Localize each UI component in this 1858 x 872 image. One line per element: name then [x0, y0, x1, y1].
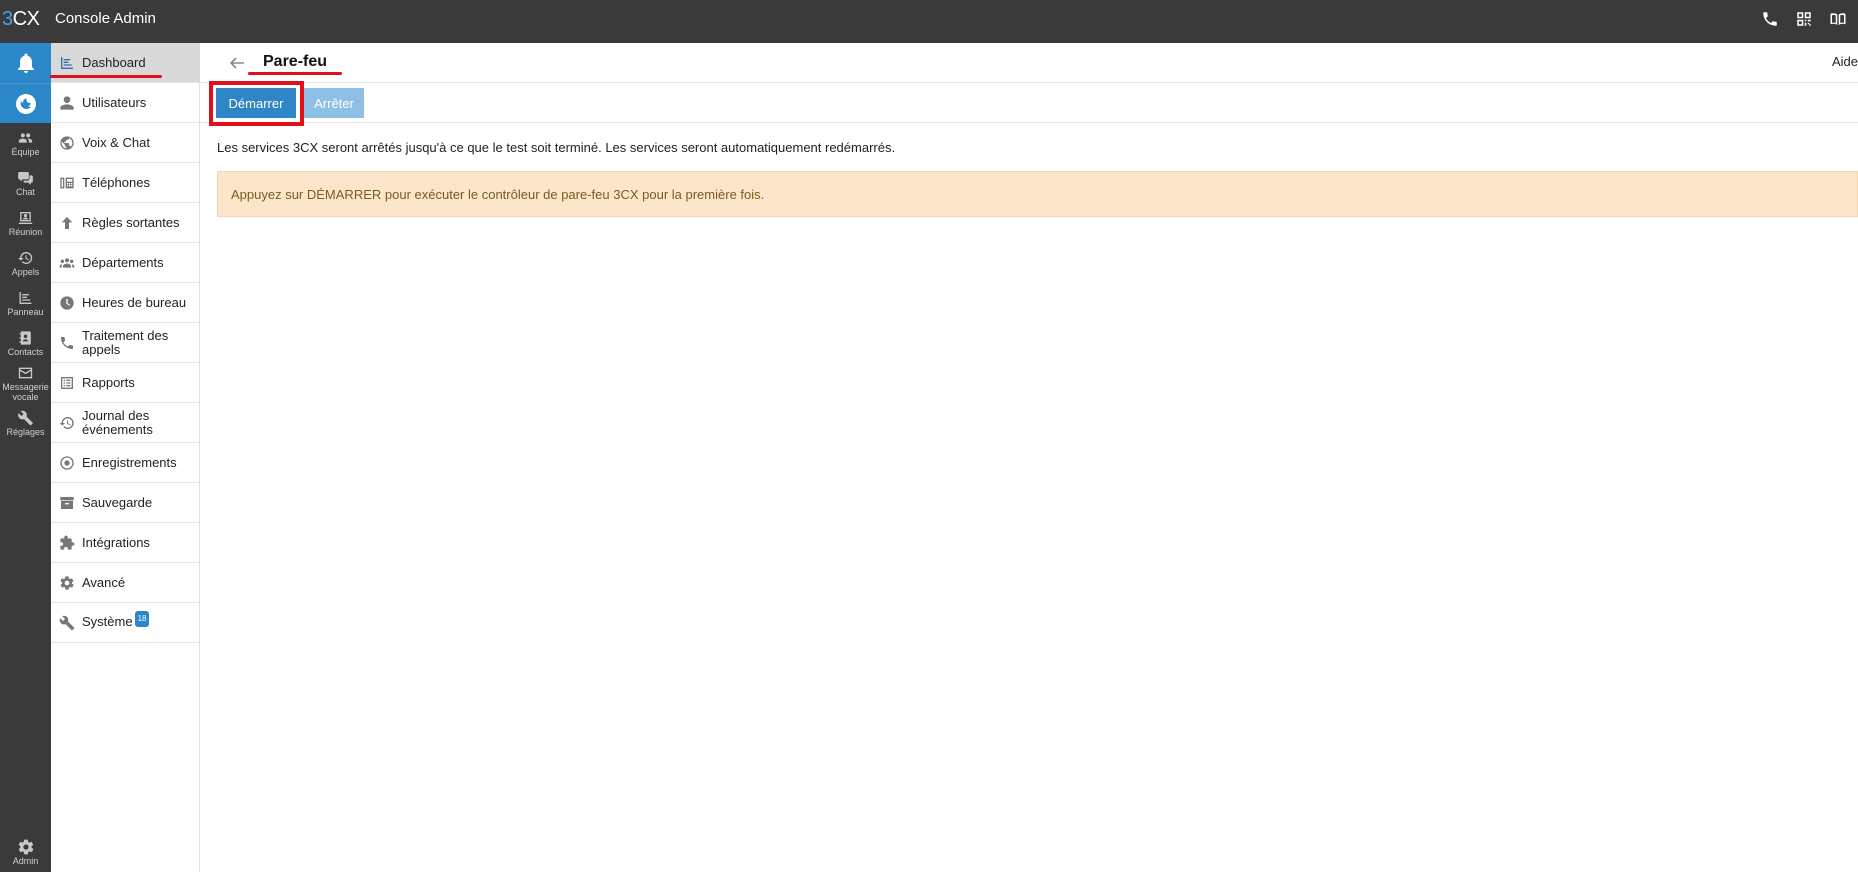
- side-menu: Dashboard Utilisateurs Voix & Chat Télép…: [51, 43, 200, 872]
- rail-item-team[interactable]: Équipe: [0, 123, 51, 163]
- page-header: Pare-feu Aide: [200, 43, 1858, 83]
- phone-icon[interactable]: [1760, 9, 1780, 29]
- main-content: Pare-feu Aide Démarrer Arrêter Les servi…: [200, 43, 1858, 872]
- rail-item-meeting[interactable]: Réunion: [0, 203, 51, 243]
- menu-item-reports[interactable]: Rapports: [51, 363, 200, 403]
- rail-item-calls[interactable]: Appels: [0, 243, 51, 283]
- rail-item-admin[interactable]: Admin: [0, 832, 51, 872]
- record-icon: [59, 455, 75, 471]
- contacts-icon: [19, 330, 31, 345]
- rail-item-voicemail[interactable]: Messagerie vocale: [0, 363, 51, 403]
- back-arrow-icon[interactable]: [228, 54, 246, 72]
- dashboard-icon: [59, 55, 75, 71]
- app-title: Console Admin: [55, 10, 156, 27]
- menu-item-system[interactable]: Système 18: [51, 603, 200, 643]
- rail-item-settings[interactable]: Réglages: [0, 403, 51, 443]
- menu-item-call-handling[interactable]: Traitement des appels: [51, 323, 200, 363]
- help-link[interactable]: Aide: [1832, 54, 1858, 69]
- icon-rail: Équipe Chat Réunion Appels Panneau Conta…: [0, 43, 51, 872]
- bell-icon: [17, 53, 34, 73]
- logo: 3CX: [2, 8, 40, 30]
- history-icon: [18, 251, 33, 264]
- history-icon: [59, 415, 75, 431]
- top-icons: [1760, 9, 1848, 29]
- alert-text: Appuyez sur DÉMARRER pour exécuter le co…: [231, 186, 765, 202]
- warning-alert: Appuyez sur DÉMARRER pour exécuter le co…: [217, 171, 1858, 217]
- menu-item-backup[interactable]: Sauvegarde: [51, 483, 200, 523]
- meeting-icon: [18, 211, 33, 224]
- top-bar: 3CX Console Admin: [0, 0, 1858, 43]
- menu-item-departments[interactable]: Départements: [51, 243, 200, 283]
- wrench-icon: [18, 410, 33, 425]
- menu-item-outbound-rules[interactable]: Règles sortantes: [51, 203, 200, 243]
- archive-icon: [59, 495, 75, 511]
- group-icon: [59, 255, 75, 271]
- notifications-button[interactable]: [0, 43, 51, 83]
- book-icon[interactable]: [1828, 9, 1848, 29]
- rail-item-contacts[interactable]: Contacts: [0, 323, 51, 363]
- panel-icon: [19, 291, 32, 304]
- menu-item-event-log[interactable]: Journal des événements: [51, 403, 200, 443]
- toolbar: [200, 83, 1858, 123]
- phone-handset-icon: [59, 335, 75, 351]
- notification-badge: 18: [134, 610, 150, 627]
- gear-icon: [18, 839, 33, 855]
- menu-item-phones[interactable]: Téléphones: [51, 163, 200, 203]
- chat-icon: [18, 171, 33, 185]
- status-button[interactable]: [0, 83, 51, 123]
- start-button[interactable]: Démarrer: [216, 88, 296, 118]
- globe-icon: [59, 135, 75, 151]
- qr-code-icon[interactable]: [1794, 9, 1814, 29]
- stop-button[interactable]: Arrêter: [304, 88, 364, 118]
- menu-item-integrations[interactable]: Intégrations: [51, 523, 200, 563]
- status-icon: [15, 93, 36, 114]
- menu-item-voice-chat[interactable]: Voix & Chat: [51, 123, 200, 163]
- menu-item-system-label: Système: [82, 613, 133, 629]
- clock-icon: [59, 295, 75, 311]
- menu-item-advanced[interactable]: Avancé: [51, 563, 200, 603]
- voicemail-icon: [18, 367, 33, 378]
- desk-phone-icon: [59, 175, 75, 191]
- page-title: Pare-feu: [263, 53, 328, 70]
- info-message: Les services 3CX seront arrêtés jusqu'à …: [217, 140, 896, 155]
- menu-item-office-hours[interactable]: Heures de bureau: [51, 283, 200, 323]
- annotation-underline-title: [248, 72, 342, 75]
- rail-item-panel[interactable]: Panneau: [0, 283, 51, 323]
- report-icon: [59, 375, 75, 391]
- wrench-icon: [59, 615, 75, 631]
- annotation-underline-dashboard: [50, 75, 162, 78]
- menu-item-recordings[interactable]: Enregistrements: [51, 443, 200, 483]
- puzzle-icon: [59, 535, 75, 551]
- team-icon: [18, 132, 33, 143]
- rail-item-chat[interactable]: Chat: [0, 163, 51, 203]
- menu-item-users[interactable]: Utilisateurs: [51, 83, 200, 123]
- gear-icon: [59, 575, 75, 591]
- arrow-up-icon: [59, 215, 75, 231]
- user-icon: [59, 95, 75, 111]
